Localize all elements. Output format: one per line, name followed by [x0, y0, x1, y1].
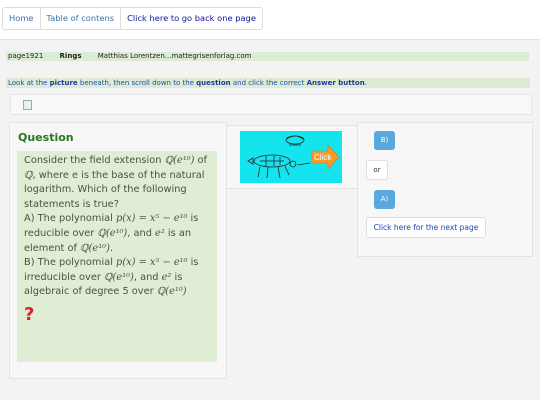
option-a-and: , and [127, 227, 156, 239]
option-b-field: ℚ(e¹⁰) [104, 271, 134, 283]
field-extension-math: ℚ(e¹⁰) [164, 155, 195, 166]
option-b-e-squared: e² [161, 271, 172, 283]
or-label: or [366, 160, 388, 180]
question-rest: , where e is the base of the natural log… [24, 169, 205, 210]
page-info-bar: page1921 Rings Matthias Lorentzen...matt… [6, 52, 529, 61]
question-body: Consider the field extension ℚ(e¹⁰) of ℚ… [17, 151, 217, 362]
instruction-text-1: Look at the [8, 79, 50, 87]
question-of: of [194, 155, 207, 166]
instruction-bold-answer-button: Answer button [306, 79, 365, 87]
instruction-bar: Look at the picture beneath, then scroll… [6, 78, 530, 88]
table-of-contents-link[interactable]: Table of contens [41, 8, 122, 29]
option-b-and: , and [133, 271, 162, 283]
answer-a-button[interactable]: A) [374, 190, 395, 209]
instruction-text-4: . [364, 79, 367, 87]
instruction-text-2: beneath, then scroll down to the [77, 79, 197, 87]
page-number: page1921 [8, 52, 44, 60]
option-b-prefix: B) The polynomial [24, 257, 117, 269]
answer-panel: B) or A) Click here for the next page [357, 122, 533, 257]
author-label: Matthias Lorentzen...mattegrisenforlag.c… [97, 52, 252, 60]
instruction-bold-picture: picture [49, 79, 78, 87]
question-title: Question [18, 131, 74, 144]
option-a-prefix: A) The polynomial [24, 213, 117, 225]
top-navigation: Home Table of contens Click here to go b… [2, 7, 263, 30]
back-link[interactable]: Click here to go back one page [121, 8, 262, 29]
option-a-polynomial: p(x) = x⁵ − e¹⁰ [116, 213, 188, 225]
question-mark: ? [24, 303, 35, 325]
option-b-field-2: ℚ(e¹⁰) [156, 286, 187, 298]
topic-label: Rings [59, 52, 82, 60]
picture-card: Click [226, 125, 359, 189]
picture-box [10, 94, 532, 115]
next-page-button[interactable]: Click here for the next page [366, 217, 486, 238]
instruction-text-3: and click the correct [230, 79, 307, 87]
arrow-label: Click [314, 153, 332, 162]
option-b-polynomial: p(x) = x⁵ − e¹⁰ [116, 257, 188, 269]
option-a-dot: . [109, 242, 114, 254]
answer-b-button[interactable]: B) [374, 131, 395, 150]
base-field-math: ℚ [24, 169, 33, 181]
instruction-bold-question: question [196, 79, 231, 87]
broken-image-icon [23, 100, 32, 110]
option-a-field: ℚ(e¹⁰) [97, 227, 128, 239]
option-a-field-2: ℚ(e¹⁰) [80, 242, 110, 254]
question-intro: Consider the field extension [24, 155, 165, 166]
option-a-e-squared: e² [155, 227, 165, 239]
home-link[interactable]: Home [3, 8, 41, 29]
question-card: Question Consider the field extension ℚ(… [9, 122, 227, 379]
cartoon-illustration: Click [240, 131, 342, 183]
